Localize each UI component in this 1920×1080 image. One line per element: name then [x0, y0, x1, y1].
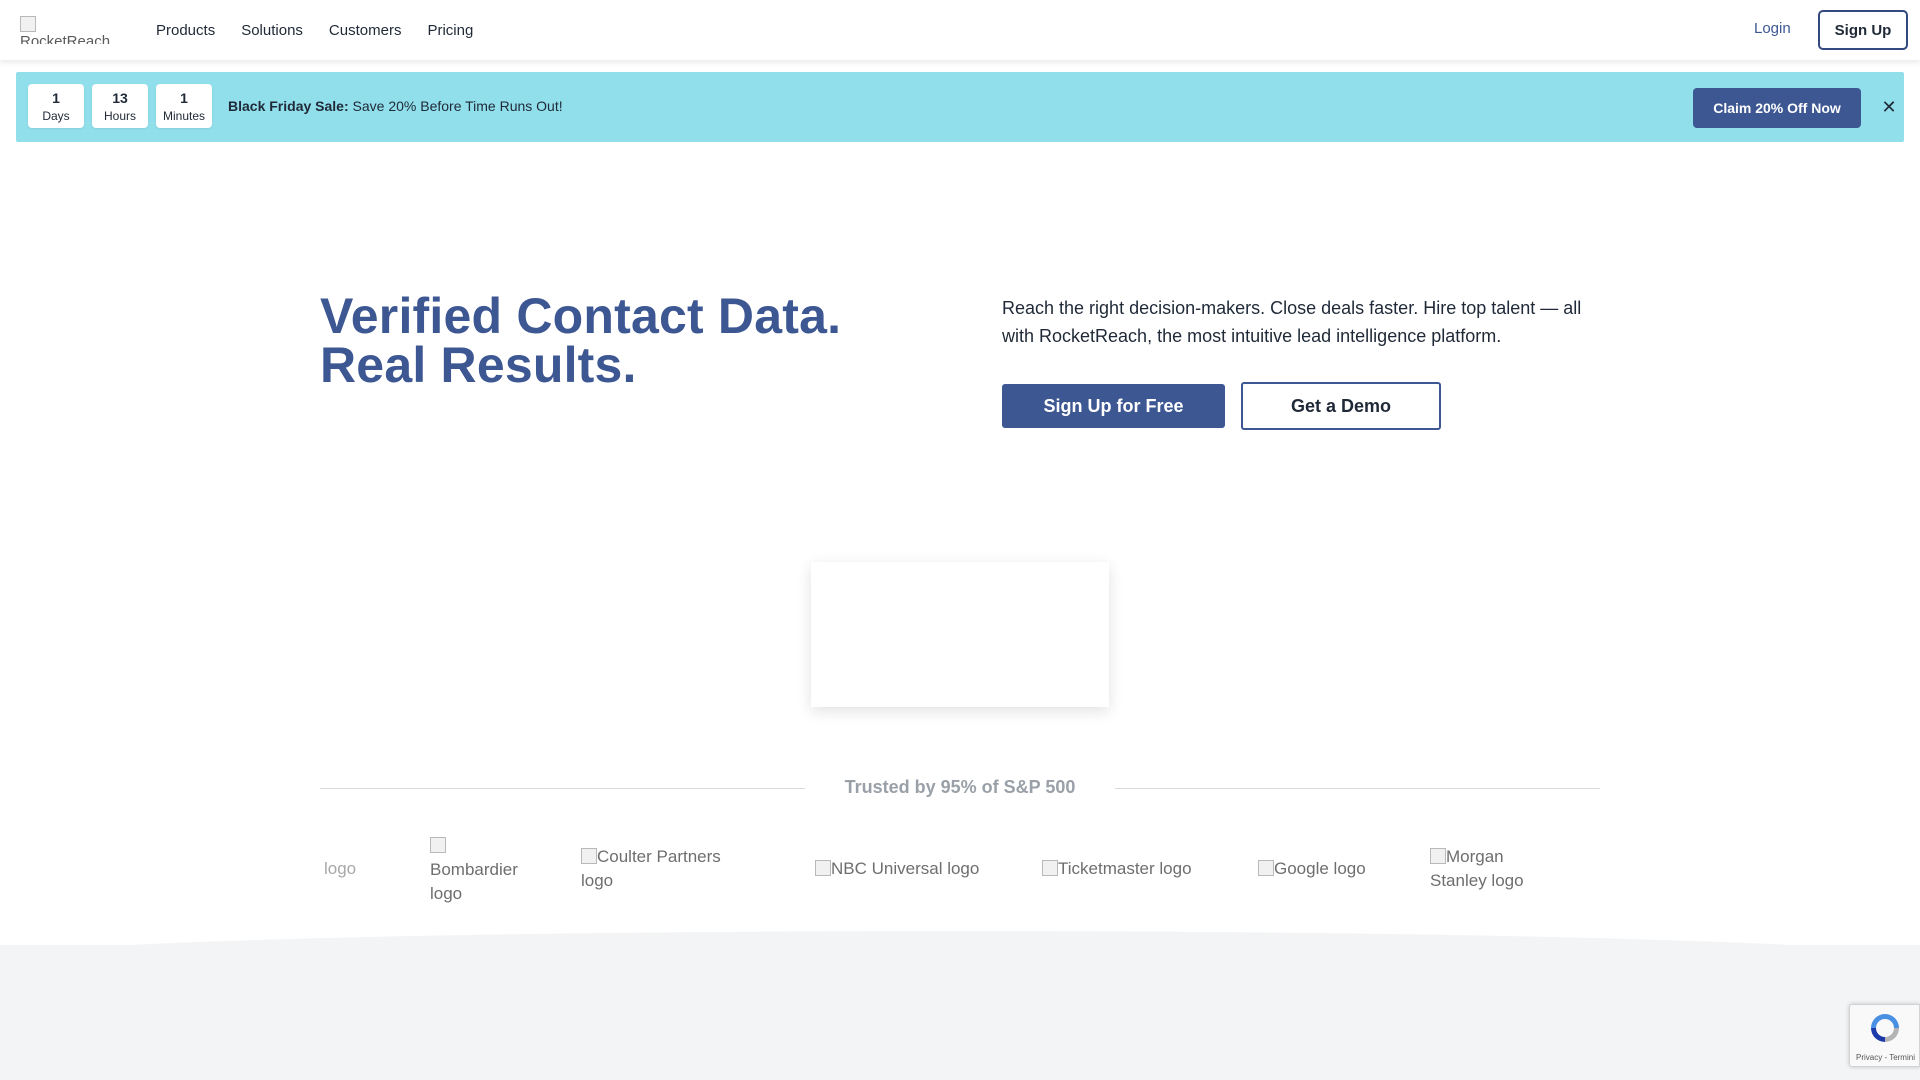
claim-offer-button[interactable]: Claim 20% Off Now [1693, 88, 1861, 128]
broken-image-icon [815, 860, 831, 876]
divider-right [1115, 788, 1600, 789]
customer-logo-ticketmaster: Ticketmaster logo [1042, 857, 1192, 881]
customer-logo-google: Google logo [1258, 857, 1366, 881]
close-icon[interactable]: ✕ [1878, 96, 1900, 118]
timer-hours-label: Hours [103, 109, 136, 123]
logo-alt-text: Ticketmaster logo [1058, 859, 1192, 878]
logo-alt-text: Coulter Partners logo [581, 847, 721, 890]
black-friday-banner: 1 Days 13 Hours 1 Minutes Black Friday S… [16, 72, 1904, 142]
timer-hours: 13 Hours [92, 84, 148, 128]
broken-image-icon [1430, 848, 1446, 864]
broken-image-icon [1258, 860, 1274, 876]
divider-left [320, 788, 805, 789]
hero-description: Reach the right decision-makers. Close d… [1002, 298, 1582, 346]
main-nav: Products Solutions Customers Pricing [156, 0, 473, 60]
next-section-background [0, 931, 1920, 1080]
hero-media-card[interactable] [811, 562, 1109, 707]
hero-title: Verified Contact Data. Real Results. [320, 291, 841, 393]
banner-title: Black Friday Sale: [228, 98, 349, 114]
site-header: RocketReach Products Solutions Customers… [0, 0, 1920, 60]
nav-customers[interactable]: Customers [329, 22, 402, 39]
logo-alt-text: RocketReach [20, 33, 111, 44]
banner-message: Black Friday Sale: Save 20% Before Time … [228, 98, 563, 114]
get-demo-button[interactable]: Get a Demo [1241, 382, 1441, 430]
logo-alt-text: NBC Universal logo [831, 859, 980, 878]
customer-logo-partial: logo [324, 857, 356, 881]
nav-products[interactable]: Products [156, 22, 215, 39]
broken-image-icon [20, 16, 36, 32]
recaptcha-badge[interactable]: Privacy - Termini [1849, 1004, 1920, 1067]
signup-button[interactable]: Sign Up [1818, 10, 1908, 50]
customer-logo-morgan-stanley: Morgan Stanley logo [1430, 845, 1550, 893]
nav-pricing[interactable]: Pricing [427, 22, 473, 39]
hero-title-line2: Real Results. [320, 337, 637, 393]
timer-minutes: 1 Minutes [156, 84, 212, 128]
customer-logo-nbc-universal: NBC Universal logo [815, 857, 979, 881]
customer-logo-coulter-partners: Coulter Partners logo [581, 845, 746, 893]
timer-minutes-label: Minutes [162, 109, 206, 123]
logo-alt-text: Bombardier logo [430, 860, 518, 903]
hero-title-line1: Verified Contact Data. [320, 288, 842, 344]
timer-days: 1 Days [28, 84, 84, 128]
broken-image-icon [430, 837, 446, 853]
banner-subtitle: Save 20% Before Time Runs Out! [352, 98, 563, 114]
rocketreach-logo[interactable]: RocketReach [20, 16, 120, 44]
broken-image-icon [581, 848, 597, 864]
timer-days-value: 1 [52, 90, 60, 106]
customer-logo-bombardier: Bombardier logo [430, 834, 540, 906]
timer-minutes-value: 1 [180, 90, 188, 106]
login-link[interactable]: Login [1754, 20, 1791, 37]
timer-hours-value: 13 [112, 90, 128, 106]
signup-free-button[interactable]: Sign Up for Free [1002, 384, 1225, 428]
logo-alt-text: Google logo [1274, 859, 1366, 878]
timer-days-label: Days [42, 109, 70, 123]
recaptcha-icon [1871, 1014, 1899, 1042]
broken-image-icon [1042, 860, 1058, 876]
logo-alt-text: logo [324, 859, 357, 878]
trusted-heading: Trusted by 95% of S&P 500 [844, 777, 1076, 797]
recaptcha-links[interactable]: Privacy - Termini [1856, 1053, 1915, 1062]
nav-solutions[interactable]: Solutions [241, 22, 303, 39]
